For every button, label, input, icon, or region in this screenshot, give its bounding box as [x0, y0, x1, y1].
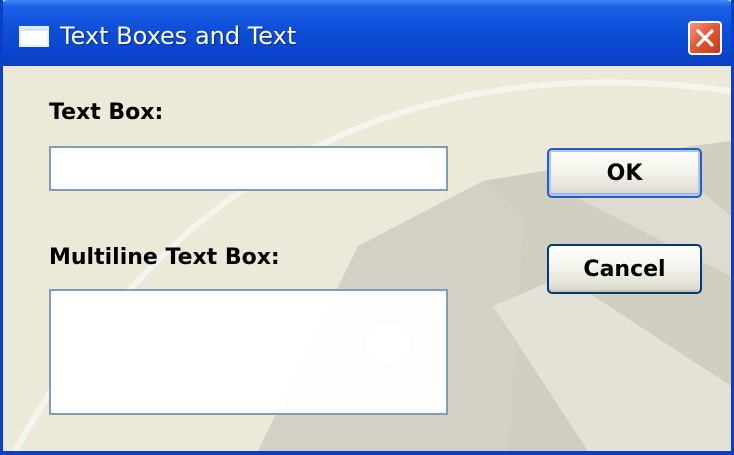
multiline-text-box-label: Multiline Text Box:	[49, 245, 280, 270]
cancel-button-label: Cancel	[583, 256, 666, 282]
text-box-label: Text Box:	[49, 100, 164, 125]
multiline-text-box-input[interactable]	[49, 289, 448, 415]
title-bar[interactable]: Text Boxes and Text	[3, 0, 731, 66]
dialog-body: Text Box: Multiline Text Box: OK Cancel	[3, 66, 731, 451]
window-title: Text Boxes and Text	[60, 22, 297, 50]
close-icon	[696, 29, 714, 47]
close-button[interactable]	[688, 21, 722, 55]
ok-button[interactable]: OK	[547, 148, 702, 198]
ok-button-label: OK	[606, 160, 643, 186]
text-box-input[interactable]	[49, 146, 448, 191]
window-icon	[19, 26, 49, 47]
cancel-button[interactable]: Cancel	[547, 244, 702, 294]
dialog-window: Text Boxes and Text Text Box: Multiline …	[0, 0, 734, 455]
